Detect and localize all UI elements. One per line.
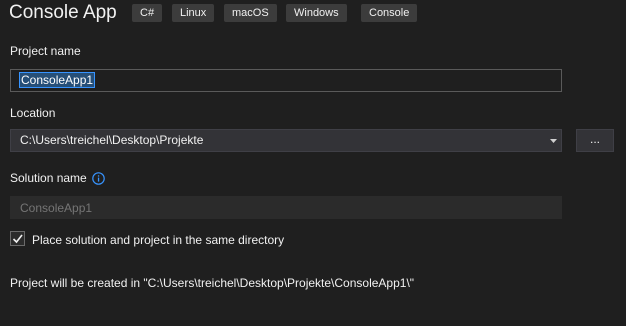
tag-console: Console xyxy=(361,4,418,22)
same-directory-checkbox[interactable] xyxy=(10,231,25,246)
page-title: Console App xyxy=(9,2,117,23)
project-name-value: ConsoleApp1 xyxy=(18,72,96,88)
location-value: C:\Users\treichel\Desktop\Projekte xyxy=(20,133,204,147)
project-path-text: Project will be created in "C:\Users\tre… xyxy=(10,276,415,290)
solution-name-input[interactable] xyxy=(10,196,562,219)
tag-linux: Linux xyxy=(172,4,215,22)
project-name-input[interactable]: ConsoleApp1 xyxy=(10,69,562,92)
browse-button[interactable]: ... xyxy=(576,129,614,152)
same-directory-label: Place solution and project in the same d… xyxy=(32,233,285,247)
tag-macos: macOS xyxy=(224,4,277,22)
location-combobox[interactable]: C:\Users\treichel\Desktop\Projekte xyxy=(10,129,562,152)
checkmark-icon xyxy=(12,234,23,244)
tag-windows: Windows xyxy=(286,4,347,22)
project-name-label: Project name xyxy=(10,44,81,58)
solution-name-label: Solution name xyxy=(10,171,87,185)
tag-csharp: C# xyxy=(132,4,163,22)
location-label: Location xyxy=(10,106,56,120)
info-icon[interactable] xyxy=(92,172,105,185)
chevron-down-icon[interactable] xyxy=(550,139,557,143)
